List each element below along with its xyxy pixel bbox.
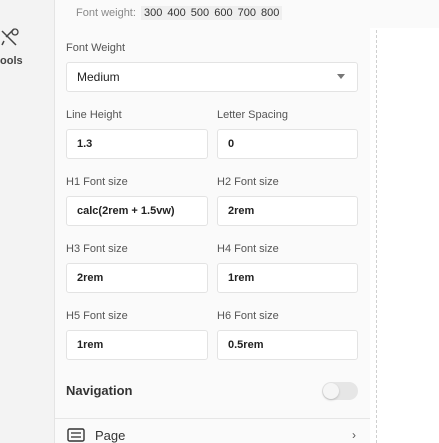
font-weight-info: Font weight: 300 400 500 600 700 800 bbox=[76, 6, 283, 20]
caret-down-icon bbox=[337, 74, 345, 79]
canvas-guide-line bbox=[376, 0, 377, 443]
left-sidebar: ools bbox=[0, 0, 55, 443]
line-height-label: Line Height bbox=[66, 109, 122, 121]
h6-font-size-label: H6 Font size bbox=[217, 310, 279, 322]
toggle-knob bbox=[323, 383, 339, 399]
font-weight-select[interactable]: Medium bbox=[66, 62, 358, 92]
h4-font-size-label: H4 Font size bbox=[217, 243, 279, 255]
font-weight-label: Font Weight bbox=[66, 42, 126, 54]
line-height-input[interactable]: 1.3 bbox=[66, 129, 208, 159]
h2-font-size-value: 2rem bbox=[228, 205, 255, 217]
h2-font-size-input[interactable]: 2rem bbox=[217, 196, 358, 226]
h5-font-size-input[interactable]: 1rem bbox=[66, 330, 208, 360]
h1-font-size-label: H1 Font size bbox=[66, 176, 128, 188]
h2-font-size-label: H2 Font size bbox=[217, 176, 279, 188]
h5-font-size-value: 1rem bbox=[77, 339, 104, 351]
h5-font-size-label: H5 Font size bbox=[66, 310, 128, 322]
h4-font-size-value: 1rem bbox=[228, 272, 255, 284]
h4-font-size-input[interactable]: 1rem bbox=[217, 263, 358, 293]
divider bbox=[55, 418, 370, 419]
letter-spacing-label: Letter Spacing bbox=[217, 109, 288, 121]
tools-label[interactable]: ools bbox=[0, 55, 23, 67]
navigation-toggle[interactable] bbox=[322, 382, 358, 400]
canvas-area bbox=[370, 0, 439, 443]
h1-font-size-input[interactable]: calc(2rem + 1.5vw) bbox=[66, 196, 208, 226]
page-row-label[interactable]: Page bbox=[95, 428, 125, 443]
line-height-value: 1.3 bbox=[77, 138, 93, 150]
page-icon bbox=[67, 428, 85, 442]
h3-font-size-value: 2rem bbox=[77, 272, 104, 284]
h6-font-size-input[interactable]: 0.5rem bbox=[217, 330, 358, 360]
letter-spacing-input[interactable]: 0 bbox=[217, 129, 358, 159]
font-weight-info-prefix: Font weight: bbox=[76, 7, 136, 19]
tools-icon[interactable] bbox=[0, 27, 20, 47]
font-weight-values: 300 400 500 600 700 800 bbox=[140, 6, 283, 20]
font-weight-value: Medium bbox=[77, 70, 120, 84]
letter-spacing-value: 0 bbox=[228, 138, 235, 150]
h1-font-size-value: calc(2rem + 1.5vw) bbox=[77, 205, 175, 217]
h6-font-size-value: 0.5rem bbox=[228, 339, 264, 351]
navigation-title: Navigation bbox=[66, 383, 133, 398]
h3-font-size-label: H3 Font size bbox=[66, 243, 128, 255]
h3-font-size-input[interactable]: 2rem bbox=[66, 263, 208, 293]
chevron-right-icon[interactable]: › bbox=[352, 428, 356, 442]
